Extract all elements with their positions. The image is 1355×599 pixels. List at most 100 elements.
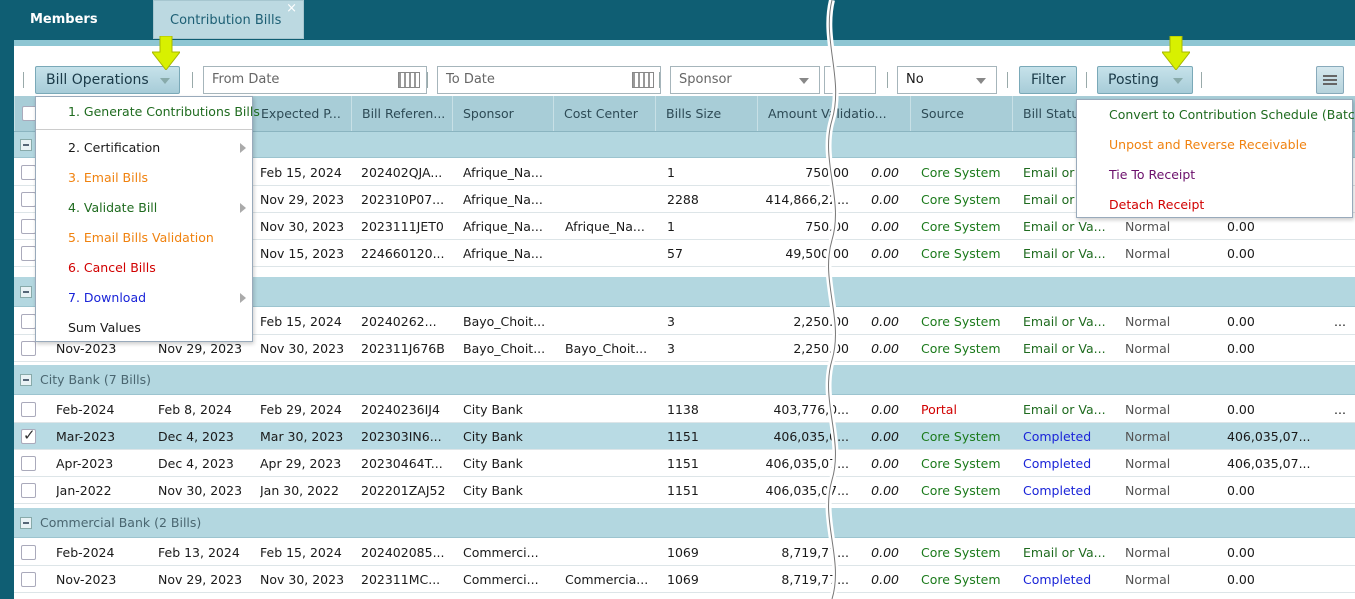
cell-val: 0.00 [871, 402, 899, 417]
cell-source: Core System [921, 219, 1001, 234]
cell-kind: Normal [1125, 545, 1171, 560]
cell-expected: Feb 29, 2024 [260, 402, 342, 417]
cell-sponsor: Commerci... [463, 545, 539, 560]
collapse-icon[interactable] [20, 516, 32, 529]
highlight-arrow-icon [1162, 36, 1190, 70]
cell-more: ... [1334, 402, 1346, 417]
cell-month: Apr-2023 [56, 456, 114, 471]
menu-item[interactable]: 3. Email Bills [36, 163, 252, 193]
cell-val: 0.00 [871, 165, 899, 180]
column-header[interactable]: Expected P... [250, 96, 350, 131]
column-header[interactable]: Bill Referen... [351, 96, 451, 131]
menu-item[interactable]: Detach Receipt [1077, 190, 1352, 220]
bill-operations-label: Bill Operations [46, 72, 149, 88]
cell-expected: Nov 15, 2023 [260, 246, 345, 261]
filter-button[interactable]: Filter [1019, 66, 1077, 94]
cell-size: 1151 [667, 456, 699, 471]
cell-kind: Normal [1125, 314, 1171, 329]
table-row[interactable]: Nov-2023 Nov 29, 2023 Nov 30, 2023 202311MC… [14, 566, 1355, 593]
close-icon[interactable]: × [286, 0, 297, 29]
table-row[interactable]: Feb-2024 Feb 8, 2024 Feb 29, 2024 20240236I… [14, 396, 1355, 423]
from-date-field[interactable]: From Date [203, 66, 427, 94]
menu-item[interactable]: 4. Validate Bill [36, 193, 252, 223]
sponsor-select[interactable]: Sponsor [670, 66, 820, 94]
cell-ref: 202201ZAJ52 [361, 483, 446, 498]
menu-item[interactable]: Convert to Contribution Schedule (Batch) [1077, 100, 1355, 130]
cell-source: Core System [921, 246, 1001, 261]
cell-status: Email or Va... [1023, 341, 1106, 356]
menu-item[interactable]: 1. Generate Contributions Bills [36, 97, 260, 127]
table-row[interactable]: Apr-2023 Dec 4, 2023 Apr 29, 2023 20230464T… [14, 450, 1355, 477]
table-row[interactable]: Mar-2023 Dec 4, 2023 Mar 30, 2023 202303IN6… [14, 423, 1355, 450]
column-header[interactable]: Source [910, 96, 1011, 131]
cell-kind: Normal [1125, 429, 1171, 444]
row-checkbox[interactable] [21, 192, 36, 207]
cell-more [1334, 335, 1352, 362]
table-row[interactable]: Jan-2022 Nov 30, 2023 Jan 30, 2022 202201ZA… [14, 477, 1355, 504]
bill-operations-button[interactable]: Bill Operations [35, 66, 180, 94]
row-checkbox[interactable] [21, 572, 36, 587]
cell-date: Feb 13, 2024 [158, 545, 240, 560]
yes-no-value: No [906, 72, 924, 87]
cell-sponsor: Commerci... [463, 572, 539, 587]
menu-item[interactable]: Unpost and Reverse Receivable [1077, 130, 1352, 160]
column-header[interactable]: Sponsor [452, 96, 552, 131]
menu-item[interactable]: Sum Values [36, 313, 252, 343]
cell-cost [565, 186, 653, 213]
cell-expected: Nov 29, 2023 [260, 192, 345, 207]
cell-expected: Nov 30, 2023 [260, 219, 345, 234]
cell-cost [565, 477, 653, 504]
menu-item[interactable]: Tie To Receipt [1077, 160, 1352, 190]
cell-status: Completed [1023, 429, 1092, 444]
tab-members-links[interactable]: Members Links [14, 0, 152, 67]
row-checkbox[interactable] [21, 314, 36, 329]
row-checkbox[interactable] [21, 219, 36, 234]
cell-sponsor: Afrique_Na... [463, 192, 543, 207]
cell-kind: Normal [1125, 483, 1171, 498]
collapse-icon[interactable] [20, 285, 32, 298]
row-checkbox[interactable] [21, 341, 36, 356]
collapse-icon[interactable] [20, 138, 32, 151]
row-checkbox[interactable] [21, 426, 36, 444]
cell-total: 0.00 [1227, 572, 1255, 587]
calendar-icon[interactable] [398, 72, 420, 88]
cell-kind: Normal [1125, 246, 1171, 261]
main-panel: Bill Operations From Date To Date Sponso… [14, 40, 1355, 599]
group-label: Commercial Bank (2 Bills) [40, 514, 202, 530]
collapse-icon[interactable] [20, 373, 32, 386]
cell-val: 0.00 [871, 219, 899, 234]
cell-ref: 202303IN6... [361, 429, 442, 444]
row-checkbox[interactable] [21, 456, 36, 471]
group-row[interactable]: Commercial Bank (2 Bills) [14, 508, 1355, 538]
cell-source: Core System [921, 545, 1001, 560]
cell-month: Nov-2023 [56, 572, 117, 587]
posting-button[interactable]: Posting [1097, 66, 1193, 94]
menu-item[interactable]: 6. Cancel Bills [36, 253, 252, 283]
cell-source: Core System [921, 429, 1001, 444]
to-date-field[interactable]: To Date [437, 66, 661, 94]
cell-date: Dec 4, 2023 [158, 456, 234, 471]
cell-val: 0.00 [871, 429, 899, 444]
cell-size: 1138 [667, 402, 699, 417]
column-header[interactable]: Bills Size [655, 96, 756, 131]
cell-kind: Normal [1125, 456, 1171, 471]
row-checkbox[interactable] [21, 246, 36, 261]
menu-item[interactable]: 2. Certification [36, 133, 252, 163]
calendar-icon[interactable] [632, 72, 654, 88]
column-menu-button[interactable] [1316, 66, 1344, 94]
cell-date: Nov 30, 2023 [158, 483, 243, 498]
yes-no-select[interactable]: No [897, 66, 997, 94]
cell-month: Jan-2022 [56, 483, 112, 498]
chevron-right-icon [240, 143, 246, 153]
row-checkbox[interactable] [21, 402, 36, 417]
menu-divider [36, 129, 252, 130]
menu-item[interactable]: 5. Email Bills Validation [36, 223, 252, 253]
row-checkbox[interactable] [21, 165, 36, 180]
tab-contribution-bills[interactable]: Contribution Bills × [153, 0, 304, 39]
table-row[interactable]: Feb-2024 Feb 13, 2024 Feb 15, 2024 20240208… [14, 539, 1355, 566]
row-checkbox[interactable] [21, 545, 36, 560]
column-header[interactable]: Cost Center [553, 96, 654, 131]
row-checkbox[interactable] [21, 483, 36, 498]
group-row[interactable]: City Bank (7 Bills) [14, 365, 1355, 395]
menu-item[interactable]: 7. Download [36, 283, 252, 313]
